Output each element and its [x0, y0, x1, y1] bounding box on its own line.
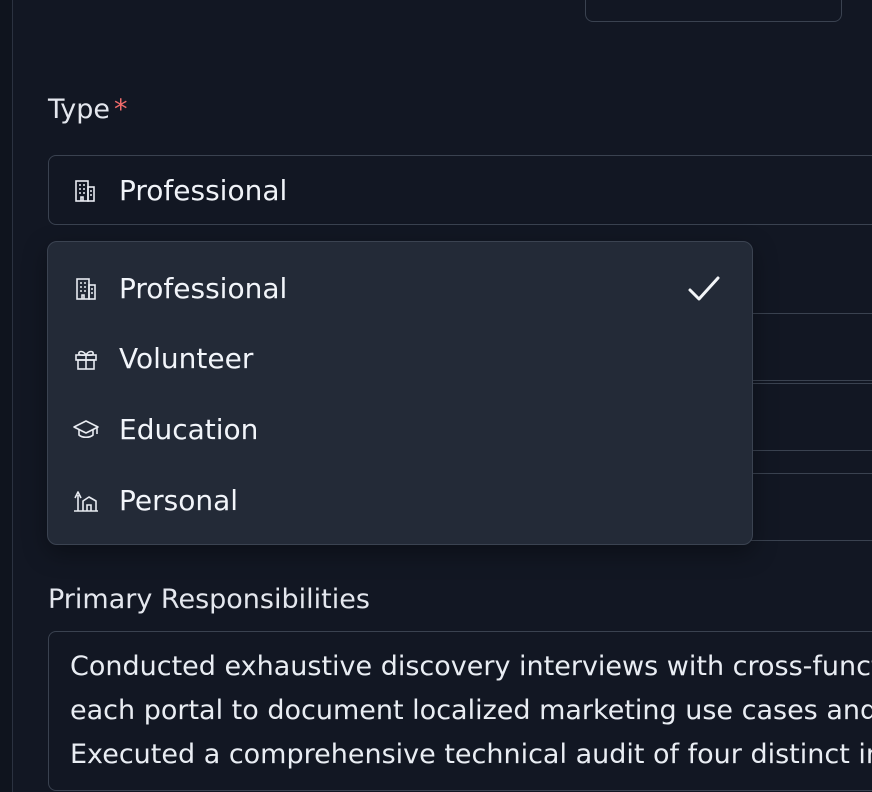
- primary-responsibilities-label: Primary Responsibilities: [48, 584, 370, 615]
- type-label: Type *: [48, 94, 128, 125]
- dropdown-option-label: Personal: [119, 484, 239, 517]
- previous-field-box[interactable]: [585, 0, 842, 22]
- primary-responsibilities-textarea[interactable]: Conducted exhaustive discovery interview…: [48, 631, 872, 791]
- dropdown-option-volunteer[interactable]: Volunteer: [48, 328, 752, 388]
- selected-type-value: Professional: [119, 174, 288, 207]
- home-tree-icon: [72, 487, 100, 515]
- dropdown-option-personal[interactable]: Personal: [48, 470, 752, 530]
- type-dropdown-menu: Professional Volunteer Education Persona…: [47, 241, 753, 545]
- textarea-line: each portal to document localized market…: [70, 695, 872, 726]
- type-select[interactable]: Professional: [48, 155, 872, 225]
- type-label-text: Type: [48, 94, 111, 125]
- building-icon: [71, 177, 99, 205]
- gift-icon: [72, 345, 100, 373]
- textarea-line: Executed a comprehensive technical audit…: [70, 739, 872, 770]
- dropdown-option-education[interactable]: Education: [48, 399, 752, 459]
- left-sidebar-edge: [0, 0, 13, 792]
- checkmark-icon: [684, 272, 724, 306]
- dropdown-option-label: Volunteer: [119, 342, 254, 375]
- graduation-cap-icon: [72, 416, 100, 444]
- dropdown-option-label: Professional: [119, 272, 288, 305]
- required-marker: *: [114, 94, 128, 125]
- textarea-line: Conducted exhaustive discovery interview…: [70, 651, 872, 682]
- dropdown-option-professional[interactable]: Professional: [48, 258, 752, 318]
- dropdown-option-label: Education: [119, 413, 259, 446]
- building-icon: [72, 275, 100, 303]
